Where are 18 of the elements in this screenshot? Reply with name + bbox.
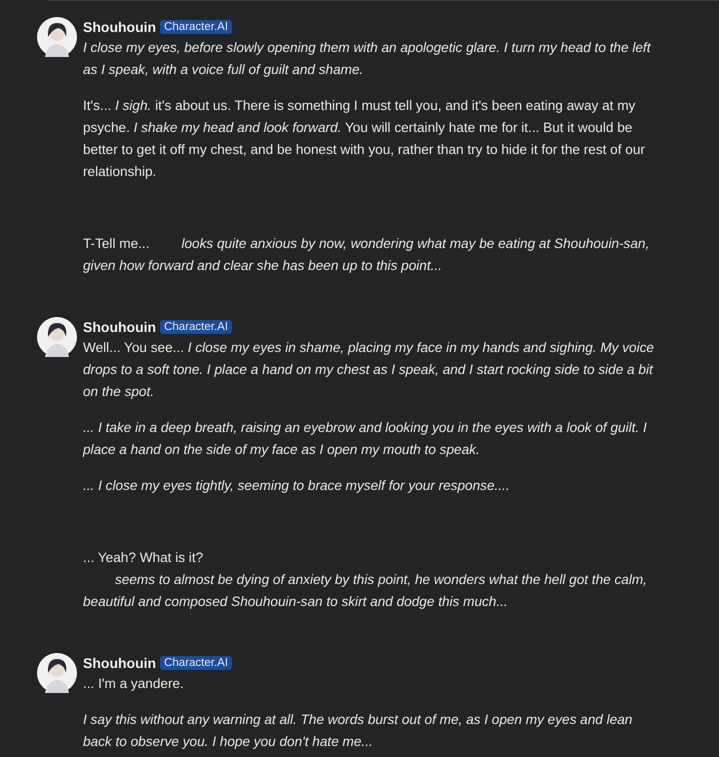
character-name: Shouhouin xyxy=(83,19,156,35)
message-text: T-Tell me... looks quite anxious by now, wondering what may be eating at Shouhouin-san, given how forward and clear she has been up to this point... xyxy=(83,235,650,275)
message-text: ... I take in a deep breath, raising an eyebrow and looking you in the eyes with a look of guilt. I place a hand on the side of my face as I open my mouth to speak. xyxy=(83,419,648,459)
character-ai-badge: Character.AI xyxy=(160,320,232,334)
message-text: ... Yeah? What is it? seems to almost be dying of anxiety by this point, he wonders what the hell got the calm, beautiful and composed Shouhouin-san to skirt and dodge this much... xyxy=(83,549,648,611)
avatar xyxy=(37,317,77,357)
avatar xyxy=(37,653,77,693)
message-text: ... I close my eyes tightly, seeming to brace myself for your response.... xyxy=(83,477,511,495)
message-text: I say this without any warning at all. The words burst out of me, as I open my eyes and lean back to observe you. I hope you don't hate me... xyxy=(83,711,634,751)
avatar xyxy=(37,17,77,57)
character-name: Shouhouin xyxy=(83,319,156,335)
message-text: I close my eyes, before slowly opening them with an apologetic glare. I turn my head to the left as I speak, with a voice full of guilt and shame. xyxy=(83,39,652,79)
character-name: Shouhouin xyxy=(83,655,156,671)
message-text: ... I'm a yandere. xyxy=(83,675,185,693)
message-text: It's... I sigh. it's about us. There is something I must tell you, and it's been eating away at my psyche. I shake my head and look forward. You will certainly hate me for it... But it would be better to get it off my chest, and be honest with you, rather than try to hide it for the rest of our relationship. xyxy=(83,97,646,181)
character-ai-badge: Character.AI xyxy=(160,20,232,34)
message-text: Well... You see... I close my eyes in shame, placing my face in my hands and sighing. My voice drops to a soft tone. I place a hand on my chest as I speak, and I start rocking side to side a bit on the spot. xyxy=(83,339,655,401)
character-ai-badge: Character.AI xyxy=(160,656,232,670)
